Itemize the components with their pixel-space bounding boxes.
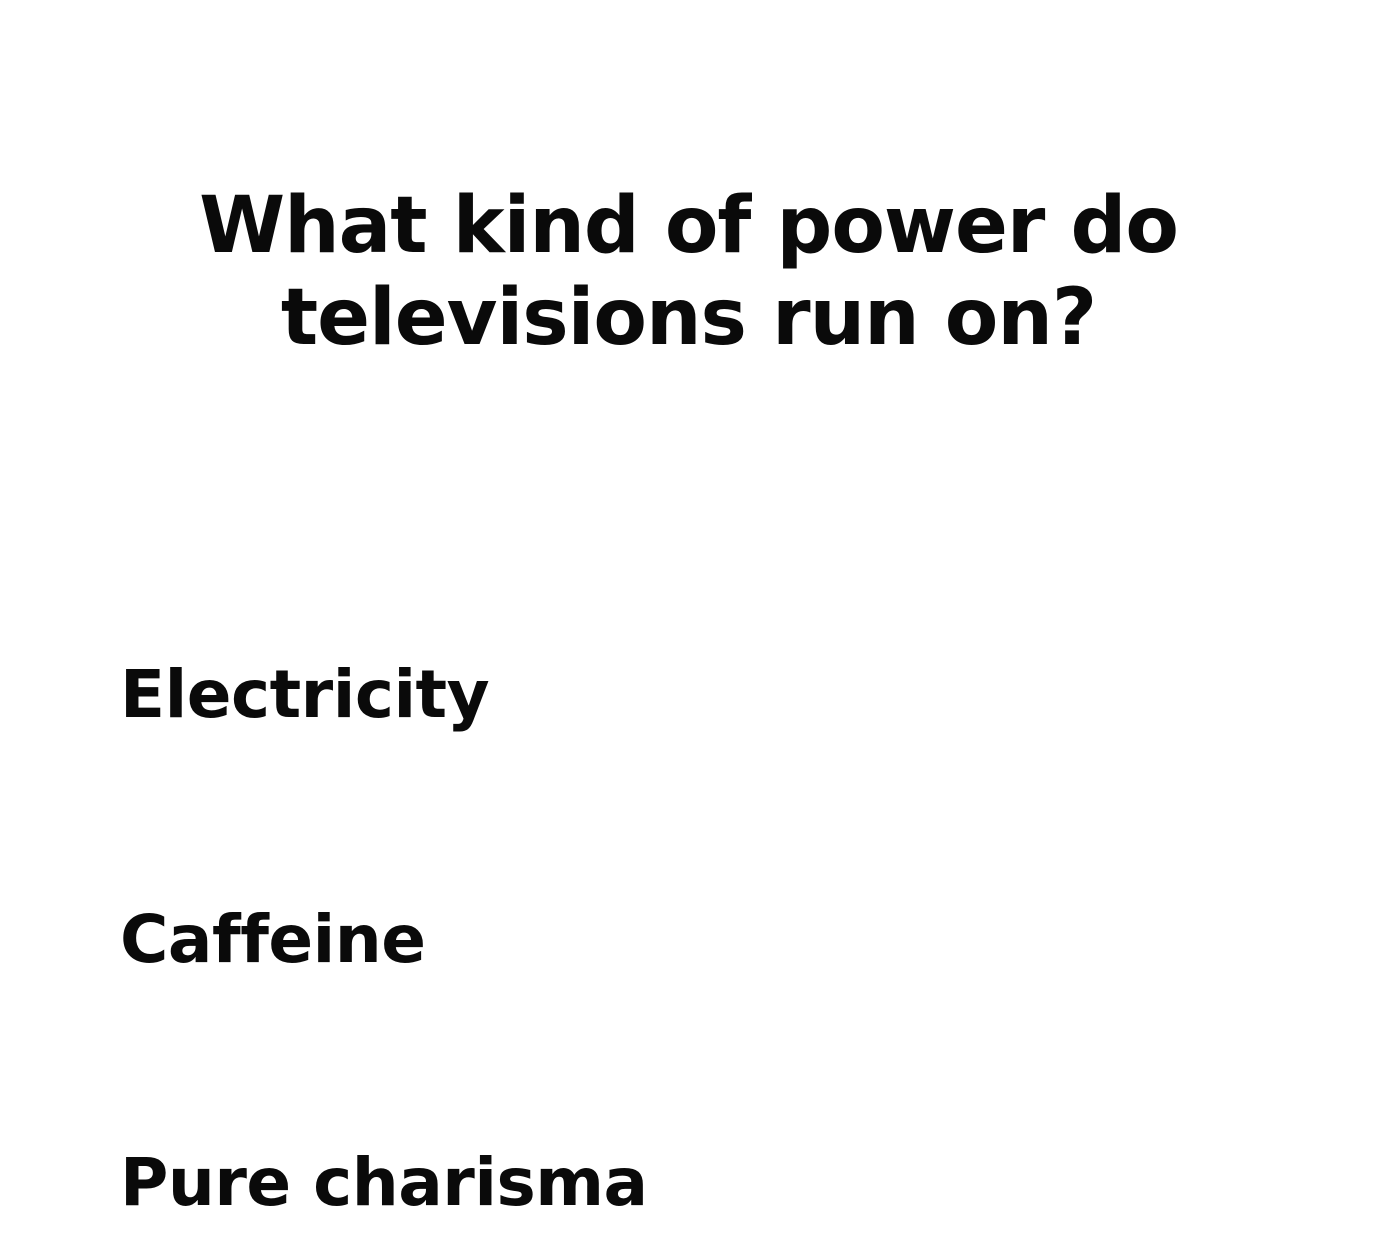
answer-option-pure-charisma[interactable]: Pure charisma [120,1143,648,1223]
answer-option-caffeine[interactable]: Caffeine [120,900,426,980]
answer-option-electricity[interactable]: Electricity [120,655,490,735]
answer-options: Electricity Caffeine Pure charisma [120,0,1220,1260]
quiz-screen: What kind of power do televisions run on… [0,0,1377,1260]
